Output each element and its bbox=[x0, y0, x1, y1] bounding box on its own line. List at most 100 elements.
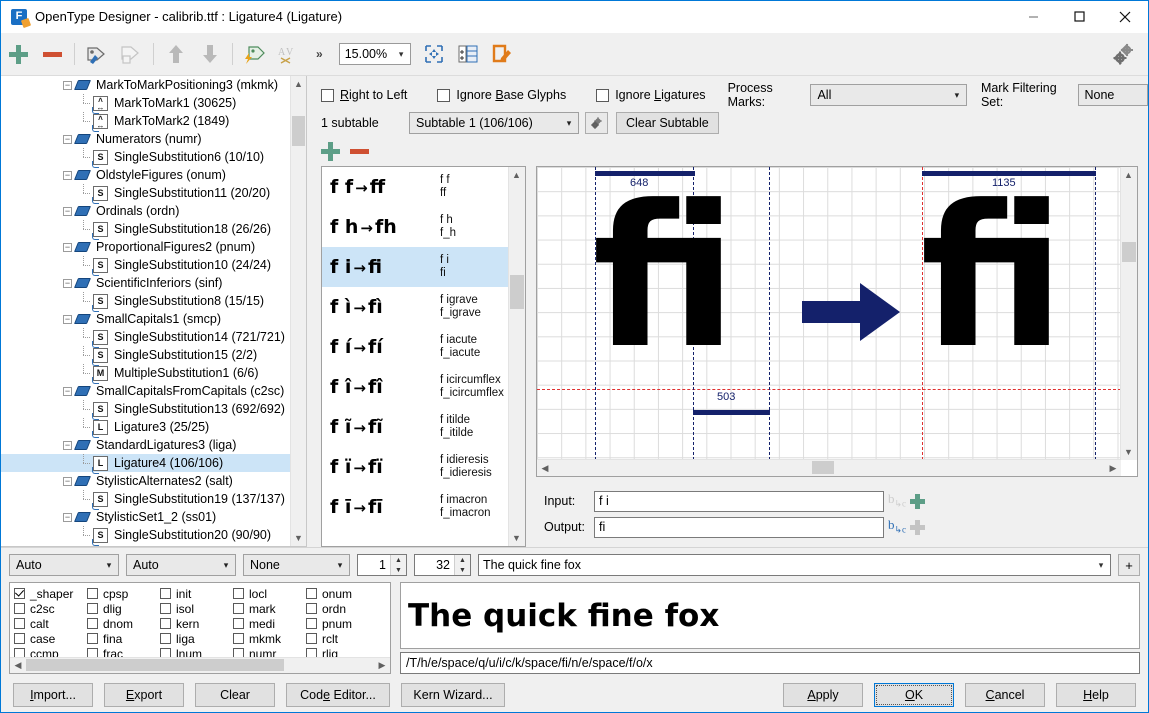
feature-init[interactable]: init bbox=[160, 586, 233, 601]
tree-expander-icon[interactable]: − bbox=[63, 171, 72, 180]
tree-item[interactable]: LLigature4 (106/106) bbox=[1, 454, 291, 472]
index-stepper[interactable]: 1 ▲▼ bbox=[357, 554, 407, 576]
feature-checkbox[interactable] bbox=[306, 603, 317, 614]
tree-expander-icon[interactable]: − bbox=[63, 387, 72, 396]
tree-item[interactable]: −StylisticSet1_2 (ss01) bbox=[1, 508, 291, 526]
settings-gear-icon[interactable] bbox=[1112, 43, 1136, 68]
size-stepper[interactable]: 32 ▲▼ bbox=[414, 554, 471, 576]
tree-item[interactable]: ˄↔MarkToMark1 (30625) bbox=[1, 94, 291, 112]
tree-item[interactable]: SSingleSubstitution18 (26/26) bbox=[1, 220, 291, 238]
input-field[interactable]: f i bbox=[594, 491, 884, 512]
feature-pnum[interactable]: pnum bbox=[306, 616, 379, 631]
page-edit-icon[interactable] bbox=[487, 37, 517, 71]
script-select[interactable]: Auto ▾ bbox=[9, 554, 119, 576]
cancel-button[interactable]: Cancel bbox=[965, 683, 1045, 707]
tree-expander-icon[interactable]: − bbox=[63, 477, 72, 486]
feature-checkbox[interactable] bbox=[14, 603, 25, 614]
ligature-item[interactable]: f í→fíf iacutef_iacute bbox=[322, 327, 509, 367]
tree-expander-icon[interactable]: − bbox=[63, 243, 72, 252]
chevron-down-icon[interactable]: ▾ bbox=[217, 560, 235, 571]
tree-expander-icon[interactable]: − bbox=[63, 207, 72, 216]
right-to-left-checkbox[interactable] bbox=[321, 89, 334, 102]
code-editor-button[interactable]: Code Editor... bbox=[286, 683, 390, 707]
ligature-item[interactable]: f ī→fīf imacronf_imacron bbox=[322, 487, 509, 527]
chevron-down-icon[interactable]: ▾ bbox=[100, 560, 118, 571]
minimize-button[interactable] bbox=[1010, 1, 1056, 32]
feature-onum[interactable]: onum bbox=[306, 586, 379, 601]
ligature-scroll-thumb[interactable] bbox=[510, 275, 524, 309]
lookup-tree[interactable]: −MarkToMarkPositioning3 (mkmk)˄↔MarkToMa… bbox=[1, 76, 291, 546]
spin-up-icon[interactable]: ▲ bbox=[391, 555, 406, 565]
canvas-horizontal-scrollbar[interactable]: ◀ ▶ bbox=[537, 459, 1121, 476]
feature-case[interactable]: case bbox=[14, 631, 87, 646]
tree-item[interactable]: −SmallCapitalsFromCapitals (c2sc) bbox=[1, 382, 291, 400]
process-marks-select[interactable]: All ▾ bbox=[810, 84, 966, 106]
feature-checkbox[interactable] bbox=[160, 633, 171, 644]
output-field[interactable]: fi bbox=[594, 517, 884, 538]
tree-item[interactable]: ˄↔MarkToMark2 (1849) bbox=[1, 112, 291, 130]
tree-expander-icon[interactable]: − bbox=[63, 513, 72, 522]
language-select[interactable]: Auto ▾ bbox=[126, 554, 236, 576]
tree-item[interactable]: −ScientificInferiors (sinf) bbox=[1, 274, 291, 292]
ligature-item[interactable]: f ĩ→fĩf itildef_itilde bbox=[322, 407, 509, 447]
feature-h-thumb[interactable] bbox=[26, 659, 284, 671]
canvas-v-thumb[interactable] bbox=[1122, 242, 1136, 262]
tree-item[interactable]: LLigature3 (25/25) bbox=[1, 418, 291, 436]
canvas-vertical-scrollbar[interactable]: ▲ ▼ bbox=[1120, 167, 1137, 460]
scroll-up-icon[interactable]: ▲ bbox=[509, 167, 524, 183]
help-button[interactable]: Help bbox=[1056, 683, 1136, 707]
chevron-down-icon[interactable]: ▾ bbox=[560, 118, 578, 129]
tree-item[interactable]: SSingleSubstitution11 (20/20) bbox=[1, 184, 291, 202]
feature-horizontal-scrollbar[interactable]: ◀ ▶ bbox=[10, 657, 390, 673]
clear-subtable-button[interactable]: Clear Subtable bbox=[616, 112, 719, 134]
remove-icon[interactable] bbox=[37, 37, 67, 71]
feature-checklist[interactable]: _shaperc2sccaltcaseccmpcpspdligdnomfinaf… bbox=[9, 582, 391, 674]
feature-checkbox[interactable] bbox=[14, 588, 25, 599]
tree-item[interactable]: SSingleSubstitution20 (90/90) bbox=[1, 526, 291, 544]
ligature-item[interactable]: f ì→fìf igravef_igrave bbox=[322, 287, 509, 327]
feature-isol[interactable]: isol bbox=[160, 601, 233, 616]
ligature-item[interactable]: f î→fîf icircumflexf_icircumflex bbox=[322, 367, 509, 407]
scroll-down-icon[interactable]: ▼ bbox=[509, 530, 524, 546]
feature-checkbox[interactable] bbox=[160, 588, 171, 599]
add-sample-text-button[interactable]: + bbox=[1118, 554, 1140, 576]
feature-mkmk[interactable]: mkmk bbox=[233, 631, 306, 646]
feature-checkbox[interactable] bbox=[306, 618, 317, 629]
feature-checkbox[interactable] bbox=[233, 633, 244, 644]
scroll-up-icon[interactable]: ▲ bbox=[1121, 167, 1136, 183]
tree-expander-icon[interactable]: − bbox=[63, 315, 72, 324]
add-ligature-button[interactable] bbox=[321, 142, 340, 161]
tree-expander-icon[interactable]: − bbox=[63, 81, 72, 90]
tree-item[interactable]: −MarkToMarkPositioning3 (mkmk) bbox=[1, 76, 291, 94]
ignore-base-glyphs-checkbox[interactable] bbox=[437, 89, 450, 102]
feature-checkbox[interactable] bbox=[233, 603, 244, 614]
tree-item[interactable]: MMultipleSubstitution1 (6/6) bbox=[1, 364, 291, 382]
scroll-right-icon[interactable]: ▶ bbox=[1105, 460, 1121, 476]
tree-vertical-scrollbar[interactable]: ▲ ▼ bbox=[290, 76, 306, 546]
direction-select[interactable]: None ▾ bbox=[243, 554, 350, 576]
tree-item[interactable]: −Numerators (numr) bbox=[1, 130, 291, 148]
scroll-left-icon[interactable]: ◀ bbox=[10, 658, 26, 673]
output-bc-icon[interactable]: b↳c bbox=[884, 518, 910, 537]
ignore-ligatures-checkbox[interactable] bbox=[596, 89, 609, 102]
kern-wizard-button[interactable]: Kern Wizard... bbox=[401, 683, 505, 707]
feature-checkbox[interactable] bbox=[160, 618, 171, 629]
ligature-item[interactable]: f i→ﬁf iﬁ bbox=[322, 247, 509, 287]
scroll-down-icon[interactable]: ▼ bbox=[291, 530, 306, 546]
feature-_shaper[interactable]: _shaper bbox=[14, 586, 87, 601]
clear-button[interactable]: Clear bbox=[195, 683, 275, 707]
close-button[interactable] bbox=[1102, 1, 1148, 32]
canvas-h-thumb[interactable] bbox=[812, 461, 834, 474]
remove-ligature-button[interactable] bbox=[350, 149, 369, 154]
chevron-down-icon[interactable]: ▾ bbox=[1092, 560, 1110, 571]
feature-fina[interactable]: fina bbox=[87, 631, 160, 646]
feature-checkbox[interactable] bbox=[14, 618, 25, 629]
import-button[interactable]: Import... bbox=[13, 683, 93, 707]
feature-ordn[interactable]: ordn bbox=[306, 601, 379, 616]
tree-item[interactable]: −SmallCapitals1 (smcp) bbox=[1, 310, 291, 328]
tree-item[interactable]: −OldstyleFigures (onum) bbox=[1, 166, 291, 184]
tree-item[interactable]: SSingleSubstitution8 (15/15) bbox=[1, 292, 291, 310]
tree-expander-icon[interactable]: − bbox=[63, 279, 72, 288]
tree-item[interactable]: SSingleSubstitution6 (10/10) bbox=[1, 148, 291, 166]
chevron-down-icon[interactable]: ▾ bbox=[331, 560, 349, 571]
